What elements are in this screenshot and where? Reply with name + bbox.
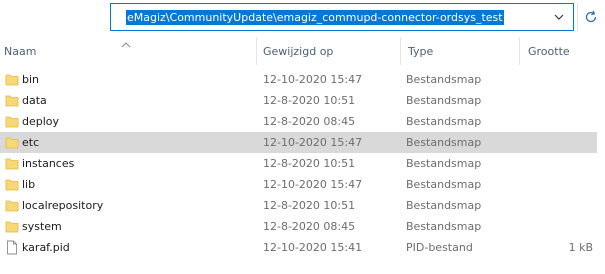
- file-name: system: [22, 220, 62, 233]
- file-type: Bestandsmap: [406, 199, 482, 212]
- file-modified: 12-8-2020 10:51: [263, 157, 356, 170]
- folder-icon: [5, 177, 19, 192]
- file-row-deploy[interactable]: deploy 12-8-2020 08:45 Bestandsmap: [0, 111, 597, 132]
- file-name: localrepository: [22, 199, 104, 212]
- file-row-localrepository[interactable]: localrepository 12-8-2020 10:51 Bestands…: [0, 195, 597, 216]
- folder-icon: [5, 135, 19, 150]
- file-size: [528, 156, 593, 171]
- file-modified: 12-8-2020 10:51: [263, 94, 356, 107]
- file-row-system[interactable]: system 12-8-2020 08:45 Bestandsmap: [0, 216, 597, 237]
- file-icon: [5, 240, 19, 255]
- file-size: [528, 135, 593, 150]
- file-size: [528, 93, 593, 108]
- column-header: Naam Gewijzigd op Type Grootte: [0, 36, 605, 66]
- file-size: [528, 219, 593, 234]
- column-size[interactable]: Grootte: [528, 45, 570, 59]
- sort-ascending-icon: [121, 38, 131, 48]
- file-size: [528, 72, 593, 87]
- column-name[interactable]: Naam: [4, 45, 36, 59]
- column-modified[interactable]: Gewijzigd op: [263, 45, 333, 59]
- refresh-icon: [585, 10, 597, 23]
- file-modified: 12-8-2020 10:51: [263, 199, 356, 212]
- file-modified: 12-8-2020 08:45: [263, 220, 356, 233]
- file-modified: 12-10-2020 15:47: [263, 73, 363, 86]
- file-modified: 12-10-2020 15:47: [263, 178, 363, 191]
- folder-icon: [5, 156, 19, 171]
- file-row-bin[interactable]: bin 12-10-2020 15:47 Bestandsmap: [0, 69, 597, 90]
- address-bar-row: eMagiz\CommunityUpdate\emagiz_commupd-co…: [0, 0, 605, 36]
- file-type: Bestandsmap: [406, 220, 482, 233]
- file-row-karaf-pid[interactable]: karaf.pid 12-10-2020 15:41 PID-bestand 1…: [0, 237, 597, 258]
- refresh-button[interactable]: [577, 3, 605, 31]
- file-row-lib[interactable]: lib 12-10-2020 15:47 Bestandsmap: [0, 174, 597, 195]
- file-name: instances: [22, 157, 75, 170]
- file-type: Bestandsmap: [406, 94, 482, 107]
- file-name: karaf.pid: [22, 241, 70, 254]
- column-divider[interactable]: [256, 37, 257, 65]
- file-name: deploy: [22, 115, 60, 128]
- file-size: [528, 198, 593, 213]
- file-row-instances[interactable]: instances 12-8-2020 10:51 Bestandsmap: [0, 153, 597, 174]
- file-modified: 12-10-2020 15:41: [263, 241, 363, 254]
- column-divider[interactable]: [400, 37, 401, 65]
- file-size: [528, 114, 593, 129]
- file-type: PID-bestand: [406, 241, 473, 254]
- file-list: bin 12-10-2020 15:47 Bestandsmap data 12…: [0, 69, 605, 258]
- column-divider[interactable]: [519, 37, 520, 65]
- folder-icon: [5, 198, 19, 213]
- file-name: etc: [22, 136, 40, 149]
- file-type: Bestandsmap: [406, 73, 482, 86]
- folder-icon: [5, 219, 19, 234]
- folder-icon: [5, 93, 19, 108]
- file-row-data[interactable]: data 12-8-2020 10:51 Bestandsmap: [0, 90, 597, 111]
- address-bar[interactable]: eMagiz\CommunityUpdate\emagiz_commupd-co…: [110, 3, 574, 31]
- file-name: lib: [22, 178, 36, 191]
- folder-icon: [5, 72, 19, 87]
- file-name: bin: [22, 73, 40, 86]
- chevron-down-icon[interactable]: [553, 10, 565, 24]
- file-type: Bestandsmap: [406, 136, 482, 149]
- file-modified: 12-8-2020 08:45: [263, 115, 356, 128]
- file-name: data: [22, 94, 47, 107]
- file-type: Bestandsmap: [406, 115, 482, 128]
- file-size: 1 kB: [568, 241, 593, 254]
- file-size: [528, 177, 593, 192]
- file-row-etc[interactable]: etc 12-10-2020 15:47 Bestandsmap: [0, 132, 597, 153]
- column-type[interactable]: Type: [408, 45, 433, 59]
- file-modified: 12-10-2020 15:47: [263, 136, 363, 149]
- address-path[interactable]: eMagiz\CommunityUpdate\emagiz_commupd-co…: [126, 10, 504, 25]
- file-type: Bestandsmap: [406, 178, 482, 191]
- folder-icon: [5, 114, 19, 129]
- file-type: Bestandsmap: [406, 157, 482, 170]
